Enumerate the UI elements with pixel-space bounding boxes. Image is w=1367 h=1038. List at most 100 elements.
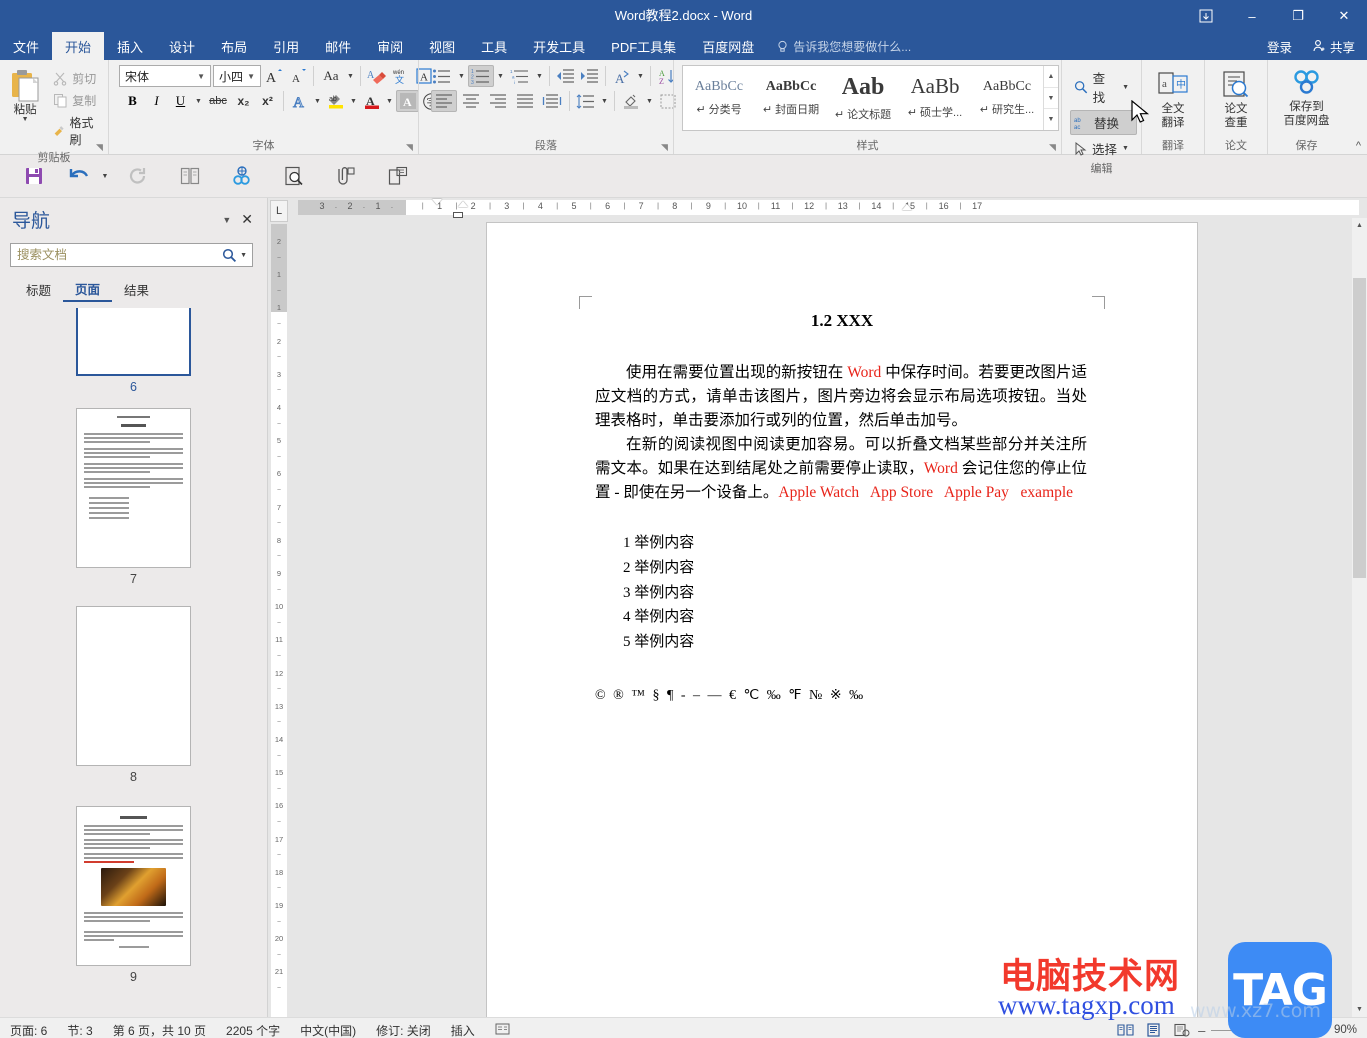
strikethrough-button[interactable]: abc xyxy=(205,90,231,112)
web-layout-view-icon[interactable] xyxy=(1170,1020,1192,1038)
line-spacing-dropdown-icon[interactable]: ▼ xyxy=(599,90,610,112)
subscript-button[interactable]: x₂ xyxy=(232,90,255,112)
phonetic-guide-button[interactable]: wén 文 xyxy=(389,65,411,87)
page-thumbnails-list[interactable]: 6 7 8 9 xyxy=(0,308,267,1017)
hanging-indent-marker[interactable] xyxy=(458,201,468,207)
close-button[interactable]: ✕ xyxy=(1321,0,1367,32)
sign-in-button[interactable]: 登录 xyxy=(1255,37,1304,56)
zoom-knob[interactable] xyxy=(1255,1024,1260,1036)
clear-formatting-button[interactable]: A xyxy=(365,65,388,87)
tab-view[interactable]: 视图 xyxy=(416,32,468,60)
tab-baidu-netdisk[interactable]: 百度网盘 xyxy=(689,32,767,60)
grow-font-button[interactable]: A xyxy=(262,65,285,87)
style-item-1[interactable]: AaBbCc ↵ 封面日期 xyxy=(755,66,827,130)
numbering-dropdown-icon[interactable]: ▼ xyxy=(495,65,506,87)
font-color-dropdown-icon[interactable]: ▼ xyxy=(384,90,395,112)
vertical-ruler[interactable]: L 2 – 1 – 1 – 2 – 3 – 4 – 5 – 6 – 7 – 8 – 9 – 10 – 11 – 12 – 13 – 14 – 1… xyxy=(268,198,290,1017)
tab-pdf-tools[interactable]: PDF工具集 xyxy=(598,32,689,60)
scrollbar-thumb[interactable] xyxy=(1353,278,1366,578)
document-vertical-scrollbar[interactable]: ▲ ▼ xyxy=(1352,218,1367,1017)
copy-button[interactable]: 复制 xyxy=(48,90,104,111)
close-icon[interactable]: ✕ xyxy=(241,211,253,228)
select-dropdown-icon[interactable]: ▼ xyxy=(1122,145,1129,152)
font-family-combo[interactable]: 宋体 ▼ xyxy=(119,65,211,87)
styles-more-button[interactable]: ▼ xyxy=(1044,108,1058,130)
compare-docs-icon[interactable] xyxy=(372,156,424,196)
font-color-button[interactable]: A xyxy=(360,90,383,112)
thumbnail-page[interactable] xyxy=(76,806,191,966)
tab-insert[interactable]: 插入 xyxy=(104,32,156,60)
tab-tools[interactable]: 工具 xyxy=(468,32,520,60)
document-page[interactable]: 1.2 XXX 使用在需要位置出现的新按钮在 Word 中保存时间。若要更改图片… xyxy=(486,222,1198,1017)
list-item[interactable]: 2 举例内容 xyxy=(623,556,1197,581)
document-numbered-list[interactable]: 1 举例内容 2 举例内容 3 举例内容 4 举例内容 5 举例内容 xyxy=(487,531,1197,655)
font-size-caret-icon[interactable]: ▼ xyxy=(244,72,258,81)
save-to-netdisk-button[interactable]: 保存到 百度网盘 xyxy=(1272,65,1341,129)
two-page-icon[interactable] xyxy=(164,156,216,196)
thumbnail-item-6[interactable]: 6 xyxy=(0,308,267,394)
tab-developer[interactable]: 开发工具 xyxy=(520,32,598,60)
document-symbols-line[interactable]: © ® ™ § ¶ - – — € ℃ ‰ ℉ № ※ ‰ xyxy=(487,687,1197,704)
change-case-button[interactable]: Aa xyxy=(318,65,344,87)
right-indent-marker[interactable] xyxy=(902,204,912,210)
italic-button[interactable]: I xyxy=(145,90,168,112)
document-paragraph-1[interactable]: 使用在需要位置出现的新按钮在 Word 中保存时间。若要更改图片适应文档的方式，… xyxy=(595,361,1087,433)
first-line-indent-marker[interactable] xyxy=(432,199,442,205)
bullets-dropdown-icon[interactable]: ▼ xyxy=(456,65,467,87)
clipboard-dialog-launcher[interactable]: ◥ xyxy=(94,142,105,153)
paste-dropdown-icon[interactable]: ▼ xyxy=(22,116,29,123)
thumbnail-page[interactable] xyxy=(76,408,191,568)
text-effects-dropdown-icon[interactable]: ▼ xyxy=(312,90,323,112)
find-button[interactable]: 查找 ▼ xyxy=(1070,65,1137,109)
horizontal-ruler[interactable]: 3 · 2 · 1 · 1 | 2 | 3 | 4 | 5 | 6 | 7 | 8 | 9 | 10 | 11 | 12 | 13 | 14 | 1… xyxy=(290,198,1367,218)
zoom-in-button[interactable]: + xyxy=(1309,1023,1317,1038)
replace-button[interactable]: ab ac 替换 xyxy=(1070,110,1137,135)
navigation-search-box[interactable]: ▼ xyxy=(10,243,253,267)
tab-stop-left-icon[interactable]: L xyxy=(270,200,288,222)
shading-dropdown-icon[interactable]: ▼ xyxy=(644,90,655,112)
full-text-translate-button[interactable]: a 中 全文 翻译 xyxy=(1146,65,1200,131)
tab-file[interactable]: 文件 xyxy=(0,32,52,60)
print-layout-view-icon[interactable] xyxy=(1142,1020,1164,1038)
cut-button[interactable]: 剪切 xyxy=(48,68,104,89)
justify-button[interactable] xyxy=(512,90,538,112)
tab-mailings[interactable]: 邮件 xyxy=(312,32,364,60)
redo-icon[interactable] xyxy=(112,156,164,196)
styles-scroll-down-button[interactable]: ▼ xyxy=(1044,86,1058,109)
search-dropdown-icon[interactable]: ▼ xyxy=(237,252,250,259)
collapse-ribbon-button[interactable]: ^ xyxy=(1356,140,1361,152)
thumbnail-item-8[interactable]: 8 xyxy=(0,606,267,784)
thesis-check-button[interactable]: 论文 查重 xyxy=(1209,65,1263,131)
list-item[interactable]: 4 举例内容 xyxy=(623,605,1197,630)
numbering-button[interactable]: 123 xyxy=(468,65,494,87)
list-item[interactable]: 1 举例内容 xyxy=(623,531,1197,556)
font-size-combo[interactable]: 小四 ▼ xyxy=(213,65,261,87)
char-shading-button[interactable]: A xyxy=(396,90,419,112)
status-track-changes[interactable]: 修订: 关闭 xyxy=(366,1022,441,1038)
hyperlink-icon[interactable] xyxy=(216,156,268,196)
share-button[interactable]: 共享 xyxy=(1304,37,1367,56)
thumbnail-item-9[interactable]: 9 xyxy=(0,806,267,984)
bullets-button[interactable] xyxy=(429,65,455,87)
bold-button[interactable]: B xyxy=(121,90,144,112)
thumbnail-page[interactable] xyxy=(76,606,191,766)
document-body[interactable]: 使用在需要位置出现的新按钮在 Word 中保存时间。若要更改图片适应文档的方式，… xyxy=(487,361,1197,505)
font-dialog-launcher[interactable]: ◥ xyxy=(404,142,415,153)
status-section-label[interactable]: 节: 3 xyxy=(57,1022,102,1038)
find-dropdown-icon[interactable]: ▼ xyxy=(1122,84,1129,91)
zoom-level-label[interactable]: 90% xyxy=(1323,1024,1357,1036)
print-preview-icon[interactable] xyxy=(268,156,320,196)
status-page-of[interactable]: 第 6 页，共 10 页 xyxy=(103,1022,216,1038)
read-mode-icon[interactable] xyxy=(1114,1020,1136,1038)
styles-gallery[interactable]: AaBbCc ↵ 分类号 AaBbCc ↵ 封面日期 Aab ↵ 论文标题 Aa… xyxy=(682,65,1059,131)
left-indent-marker[interactable] xyxy=(453,212,463,218)
underline-button[interactable]: U xyxy=(169,90,192,112)
minimize-button[interactable]: – xyxy=(1229,0,1275,32)
tab-home[interactable]: 开始 xyxy=(52,32,105,60)
thumbnail-page[interactable] xyxy=(76,308,191,376)
align-left-button[interactable] xyxy=(431,90,457,112)
tab-design[interactable]: 设计 xyxy=(156,32,208,60)
underline-dropdown-icon[interactable]: ▼ xyxy=(193,90,204,112)
style-item-3[interactable]: AaBb ↵ 硕士学... xyxy=(899,66,971,130)
chevron-down-icon[interactable]: ▼ xyxy=(222,215,231,225)
